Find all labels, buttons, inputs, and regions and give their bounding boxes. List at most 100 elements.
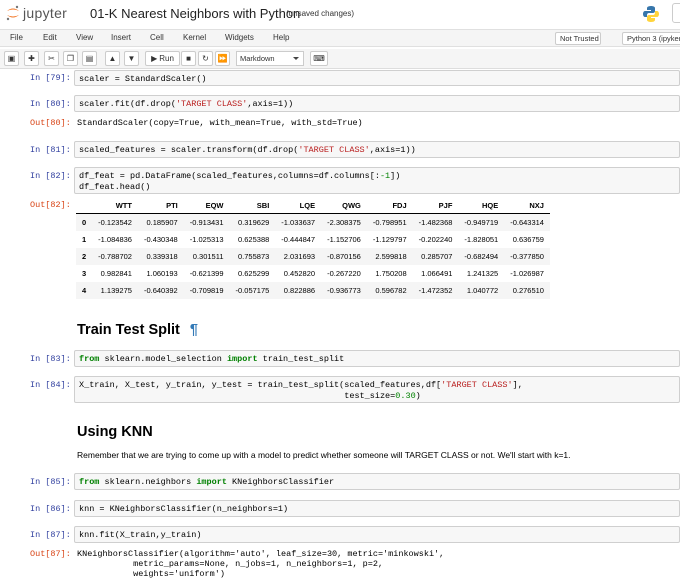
header: jupyter 01-K Nearest Neighbors with Pyth… xyxy=(0,0,680,28)
arrow-down-icon: ▼ xyxy=(127,54,136,63)
code-text: sklearn.model_selection xyxy=(99,354,227,364)
out-prompt-82: Out[82]: xyxy=(30,200,71,210)
column-header: EQW xyxy=(183,198,230,214)
jupyter-logo[interactable]: jupyter xyxy=(6,3,67,23)
menu-file[interactable]: File xyxy=(10,33,23,42)
column-header: QWG xyxy=(321,198,367,214)
cut-icon: ✂ xyxy=(48,54,55,63)
restart-button[interactable]: ↻ xyxy=(198,51,213,66)
code-cell-83[interactable]: from sklearn.model_selection import trai… xyxy=(74,350,680,367)
toolbar: ▣ ✚ ✂ ❐ ▤ ▲ ▼ ▶ Run ■ ↻ ⏩ Markdown ⌨ xyxy=(0,49,680,69)
table-cell: 2.599818 xyxy=(375,251,407,261)
trust-badge[interactable]: Not Trusted xyxy=(555,32,601,45)
notebook-title[interactable]: 01-K Nearest Neighbors with Python xyxy=(90,6,300,21)
table-cell: 0.596782 xyxy=(375,285,407,295)
anchor-link[interactable]: ¶ xyxy=(190,322,198,338)
interrupt-button[interactable]: ■ xyxy=(181,51,196,66)
code-text: X_train, X_test, y_train, y_test = train… xyxy=(79,380,442,390)
table-cell: 0.625388 xyxy=(238,234,270,244)
move-up-button[interactable]: ▲ xyxy=(105,51,120,66)
table-cell: 0.276510 xyxy=(512,285,544,295)
in-prompt-85: In [85]: xyxy=(30,477,71,487)
restart-run-all-button[interactable]: ⏩ xyxy=(215,51,230,66)
cut-button[interactable]: ✂ xyxy=(44,51,59,66)
markdown-heading-using-knn[interactable]: Using KNN xyxy=(77,424,153,440)
row-index: 1 xyxy=(82,234,87,244)
user-menu-button[interactable] xyxy=(672,3,680,23)
table-row: 0 -0.123542 0.185907 -0.913431 0.319629 … xyxy=(76,213,550,231)
fast-forward-icon: ⏩ xyxy=(217,54,228,63)
run-label: Run xyxy=(159,54,174,63)
table-cell: -1.129797 xyxy=(372,234,407,244)
table-cell: 1.241325 xyxy=(466,268,499,278)
table-cell: 0.319629 xyxy=(238,217,270,227)
in-prompt-87: In [87]: xyxy=(30,530,71,540)
move-down-button[interactable]: ▼ xyxy=(124,51,139,66)
menu-insert[interactable]: Insert xyxy=(111,33,131,42)
menu-widgets[interactable]: Widgets xyxy=(225,33,254,42)
menu-kernel[interactable]: Kernel xyxy=(183,33,206,42)
column-header: SBI xyxy=(229,198,276,214)
menu-help[interactable]: Help xyxy=(273,33,289,42)
in-prompt-80: In [80]: xyxy=(30,99,71,109)
code-cell-84[interactable]: X_train, X_test, y_train, y_test = train… xyxy=(74,376,680,403)
table-cell: -0.377850 xyxy=(510,251,544,261)
table-cell: -0.949719 xyxy=(464,217,499,227)
column-header: WTT xyxy=(92,198,138,214)
code-cell-79[interactable]: scaler = StandardScaler() xyxy=(74,70,680,86)
table-header-row: WTT PTI EQW SBI LQE QWG FDJ PJF HQE NXJ xyxy=(76,198,550,214)
code-cell-82[interactable]: df_feat = pd.DataFrame(scaled_features,c… xyxy=(74,167,680,194)
restart-icon: ↻ xyxy=(202,54,209,63)
table-cell: 0.982841 xyxy=(100,268,132,278)
table-cell: -1.084836 xyxy=(98,234,132,244)
menu-view[interactable]: View xyxy=(76,33,93,42)
code-text: sklearn.neighbors xyxy=(99,477,197,487)
paste-button[interactable]: ▤ xyxy=(82,51,97,66)
code-text: ,axis=1)) xyxy=(369,145,416,155)
column-header: NXJ xyxy=(504,198,550,214)
code-cell-80[interactable]: scaler.fit(df.drop('TARGET CLASS',axis=1… xyxy=(74,95,680,112)
plus-icon: ✚ xyxy=(28,54,35,63)
command-palette-button[interactable]: ⌨ xyxy=(310,51,328,66)
table-row: 3 0.982841 1.060193 -0.621399 0.625299 0… xyxy=(76,265,550,282)
code-cell-86[interactable]: knn = KNeighborsClassifier(n_neighbors=1… xyxy=(74,500,680,517)
markdown-heading-train-test-split[interactable]: Train Test Split ¶ xyxy=(77,322,198,338)
code-text: test_size= xyxy=(79,391,396,401)
table-cell: 1.066491 xyxy=(421,268,453,278)
table-cell: -1.026987 xyxy=(510,268,544,278)
table-cell: -0.913431 xyxy=(189,217,224,227)
table-cell: -0.202240 xyxy=(418,234,453,244)
code-text: df_feat.head() xyxy=(79,182,151,192)
menu-edit[interactable]: Edit xyxy=(43,33,57,42)
insert-cell-button[interactable]: ✚ xyxy=(24,51,39,66)
table-cell: 1.750208 xyxy=(375,268,407,278)
table-cell: -0.267220 xyxy=(327,268,361,278)
kernel-indicator[interactable]: Python 3 (ipykernel) xyxy=(622,32,680,45)
code-cell-85[interactable]: from sklearn.neighbors import KNeighbors… xyxy=(74,473,680,490)
save-button[interactable]: ▣ xyxy=(4,51,19,66)
jupyter-logo-text: jupyter xyxy=(23,5,68,21)
row-index: 3 xyxy=(82,268,87,278)
table-cell: -1.828051 xyxy=(464,234,499,244)
column-header: PJF xyxy=(412,198,459,214)
code-number: -1 xyxy=(379,171,391,181)
jupyter-logo-icon xyxy=(6,5,20,21)
code-cell-81[interactable]: scaled_features = scaler.transform(df.dr… xyxy=(74,141,680,158)
run-button[interactable]: ▶ Run xyxy=(145,51,180,66)
copy-button[interactable]: ❐ xyxy=(63,51,78,66)
arrow-up-icon: ▲ xyxy=(108,54,117,63)
table-cell: -1.025313 xyxy=(189,234,224,244)
cell-type-select[interactable]: Markdown xyxy=(236,51,304,66)
in-prompt-86: In [86]: xyxy=(30,504,71,514)
column-header: PTI xyxy=(137,198,184,214)
menu-cell[interactable]: Cell xyxy=(150,33,164,42)
code-text: ]) xyxy=(390,171,401,181)
table-row: 1 -1.084836 -0.430348 -1.025313 0.625388… xyxy=(76,231,550,248)
markdown-paragraph[interactable]: Remember that we are trying to come up w… xyxy=(77,450,571,460)
table-cell: 1.060193 xyxy=(146,268,178,278)
code-cell-87[interactable]: knn.fit(X_train,y_train) xyxy=(74,526,680,543)
in-prompt-82: In [82]: xyxy=(30,171,71,181)
table-cell: 0.822886 xyxy=(283,285,316,295)
table-cell: -0.621399 xyxy=(189,268,224,278)
table-cell: -0.057175 xyxy=(235,285,270,295)
